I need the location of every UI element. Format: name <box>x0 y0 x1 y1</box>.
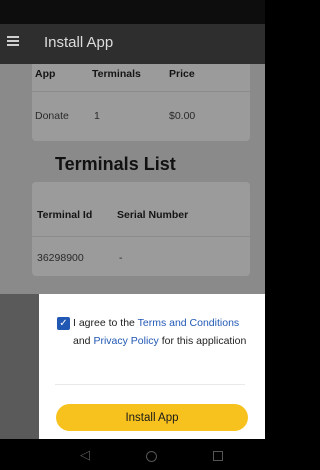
nav-back-icon[interactable]: ◁ <box>80 447 90 463</box>
column-header-terminal-id: Terminal Id <box>37 209 93 221</box>
column-header-price: Price <box>169 68 195 80</box>
status-bar <box>0 0 265 24</box>
agree-text-part: for this application <box>158 335 247 347</box>
table-divider <box>32 91 250 92</box>
cell-app: Donate <box>35 110 69 122</box>
nav-home-icon[interactable] <box>146 451 157 462</box>
table-divider <box>32 236 250 237</box>
main-content: App Terminals Price Donate 1 $0.00 Termi… <box>0 64 265 294</box>
app-bar: Install App <box>0 24 265 64</box>
backdrop-strip <box>0 294 39 439</box>
column-header-serial-number: Serial Number <box>117 209 189 221</box>
agree-text-part: I agree to the <box>73 317 138 329</box>
privacy-link[interactable]: Privacy Policy <box>93 335 158 347</box>
agree-checkbox[interactable]: ✓ <box>57 317 70 330</box>
section-title: Terminals List <box>55 154 176 174</box>
cell-price: $0.00 <box>169 110 196 122</box>
cell-serial-number: - <box>119 252 123 264</box>
agree-text-part: and <box>73 335 94 347</box>
column-header-terminals: Terminals <box>92 68 141 80</box>
page-title: Install App <box>44 34 114 51</box>
phone-screen: Install App App Terminals Price Donate 1… <box>0 0 265 470</box>
system-nav-bar: ◁ <box>0 439 265 470</box>
hamburger-menu-icon[interactable] <box>7 36 19 46</box>
cell-terminals: 1 <box>94 110 100 122</box>
column-header-app: App <box>35 68 56 80</box>
terms-link[interactable]: Terms and Conditions <box>138 317 240 329</box>
sheet-divider <box>55 384 245 385</box>
terminals-table: Terminal Id Serial Number 36298900 - <box>32 182 250 276</box>
agree-text: I agree to the Terms and Conditions and … <box>73 314 258 350</box>
cell-terminal-id: 36298900 <box>37 252 84 264</box>
nav-recent-icon[interactable] <box>213 451 223 461</box>
apps-table: App Terminals Price Donate 1 $0.00 <box>32 64 250 141</box>
install-app-button[interactable]: Install App <box>56 404 248 431</box>
